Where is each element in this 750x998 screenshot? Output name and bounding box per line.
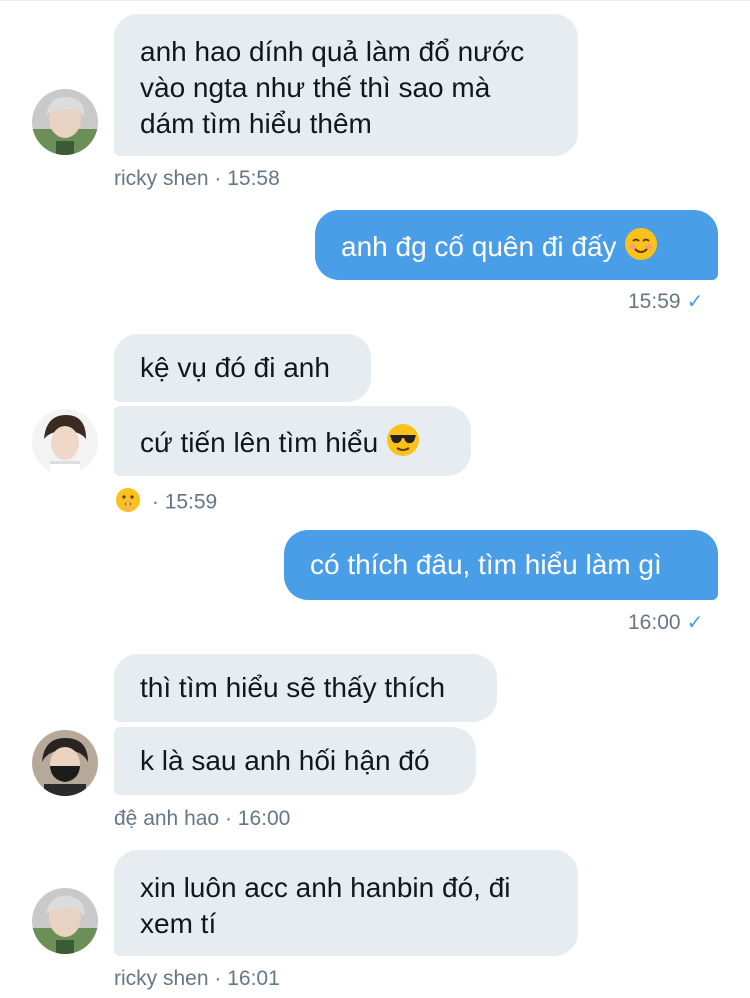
- message-text: k là sau anh hối hận đó: [140, 745, 430, 776]
- message-meta: · 15:59: [114, 486, 217, 520]
- meta-separator: ·: [214, 167, 222, 190]
- message-meta: ricky shen · 15:58: [114, 167, 280, 191]
- message-bubble[interactable]: k là sau anh hối hận đó: [114, 727, 476, 795]
- message-text: cứ tiến lên tìm hiểu: [140, 426, 379, 458]
- avatar-user[interactable]: [32, 409, 98, 475]
- timestamp: 15:58: [227, 167, 280, 190]
- meta-separator: ·: [214, 967, 222, 990]
- top-divider: [0, 0, 750, 1]
- message-line: xem tí: [140, 908, 217, 939]
- message-line: xin luôn acc anh hanbin đó, đi: [140, 872, 511, 903]
- message-line: vào ngta như thế thì sao mà: [140, 72, 491, 103]
- message-line: anh hao dính quả làm đổ nước: [140, 36, 525, 67]
- avatar-ricky-shen[interactable]: [32, 89, 98, 155]
- message-bubble[interactable]: xin luôn acc anh hanbin đó, đi xem tí: [114, 850, 578, 956]
- timestamp: 16:00: [237, 807, 291, 830]
- message-bubble-outgoing[interactable]: có thích đâu, tìm hiểu làm gì: [284, 530, 718, 600]
- timestamp: 16:00: [628, 611, 681, 634]
- check-icon: ✓: [686, 291, 704, 313]
- meta-separator: ·: [224, 807, 232, 830]
- message-text: thì tìm hiểu sẽ thấy thích: [140, 672, 446, 703]
- avatar-de-anh-hao[interactable]: [32, 730, 98, 796]
- message-bubble[interactable]: anh hao dính quả làm đổ nước vào ngta nh…: [114, 14, 578, 156]
- message-line: dám tìm hiểu thêm: [140, 108, 372, 139]
- message-bubble[interactable]: cứ tiến lên tìm hiểu: [114, 406, 471, 476]
- timestamp: 16:01: [227, 967, 280, 990]
- timestamp: 15:59: [628, 290, 681, 313]
- check-icon: ✓: [686, 612, 704, 634]
- avatar-ricky-shen[interactable]: [32, 888, 98, 954]
- sender-name[interactable]: đệ anh hao: [114, 807, 219, 830]
- message-meta: ricky shen · 16:01: [114, 967, 280, 991]
- message-text: kệ vụ đó đi anh: [140, 352, 330, 383]
- sender-name[interactable]: ricky shen: [114, 967, 209, 990]
- message-bubble[interactable]: thì tìm hiểu sẽ thấy thích: [114, 654, 497, 722]
- smiling-blush-emoji: [624, 227, 658, 270]
- shushing-face-emoji[interactable]: [114, 486, 142, 520]
- sunglasses-emoji: [386, 423, 420, 466]
- sender-name[interactable]: ricky shen: [114, 167, 209, 190]
- meta-separator: ·: [151, 490, 159, 514]
- message-text: có thích đâu, tìm hiểu làm gì: [310, 549, 662, 580]
- message-meta: 16:00 ✓: [628, 611, 703, 635]
- message-text: anh đg cố quên đi đấy: [341, 230, 617, 262]
- message-meta: 15:59 ✓: [628, 290, 703, 314]
- message-bubble-outgoing[interactable]: anh đg cố quên đi đấy: [315, 210, 718, 280]
- timestamp: 15:59: [164, 490, 218, 514]
- message-meta: đệ anh hao · 16:00: [114, 807, 290, 831]
- message-bubble[interactable]: kệ vụ đó đi anh: [114, 334, 371, 402]
